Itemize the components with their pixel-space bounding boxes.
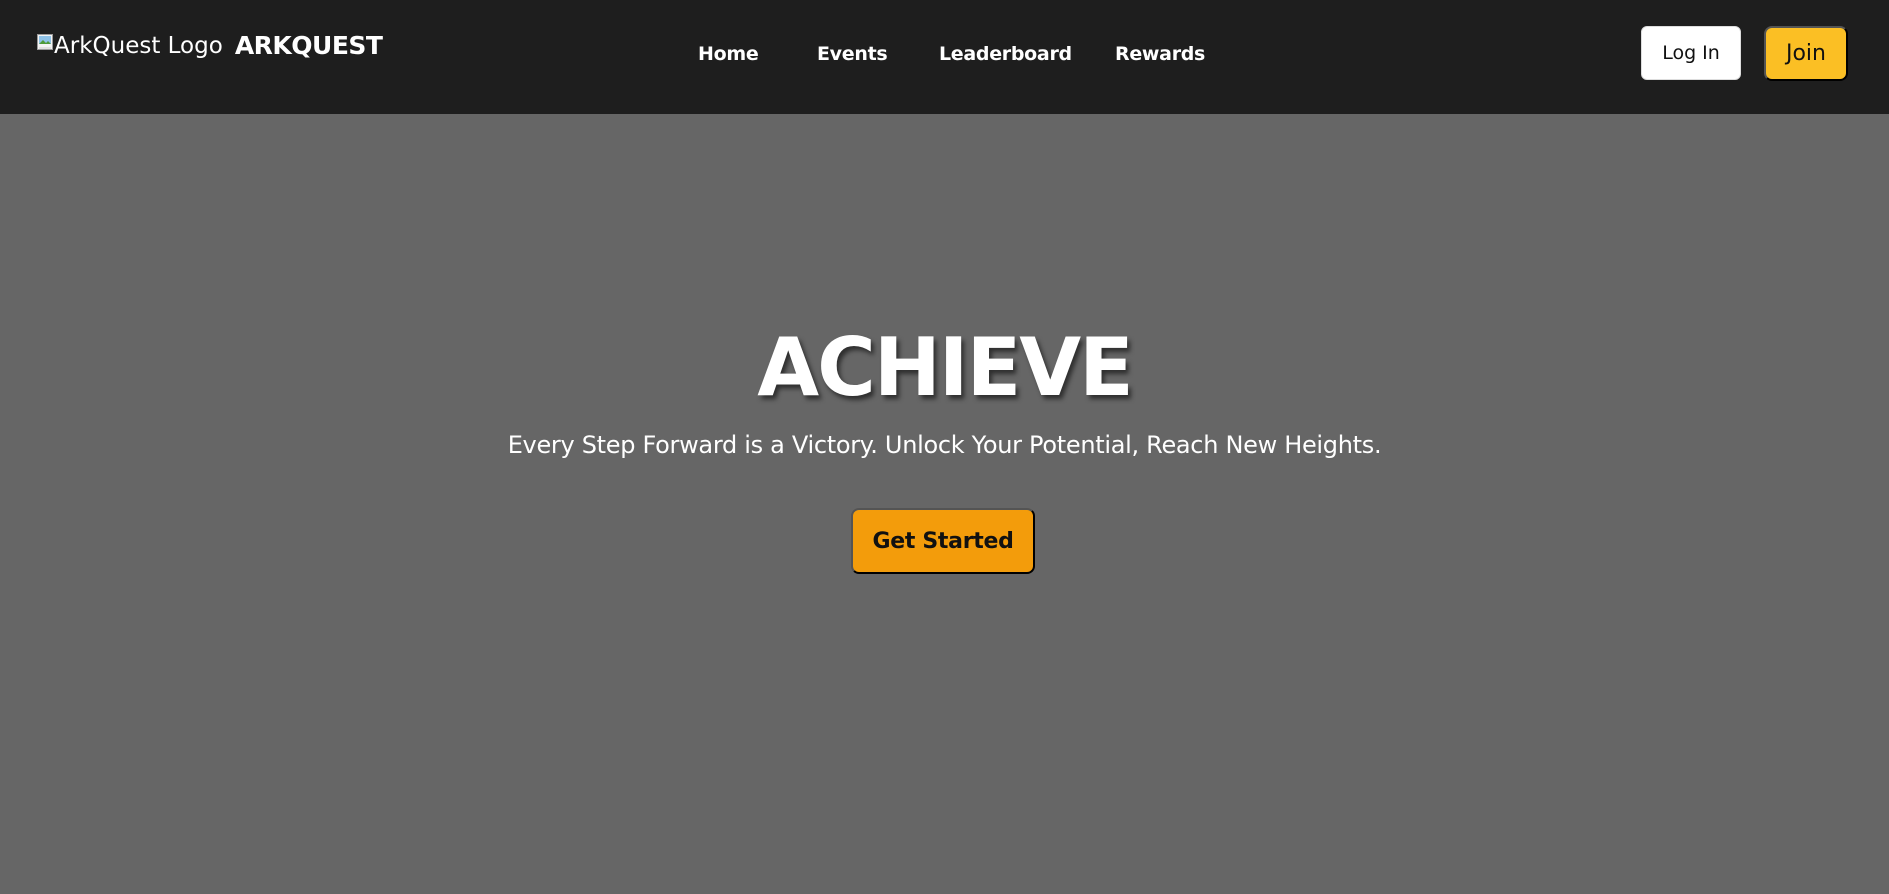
hero-title: ACHIEVE [757,321,1134,414]
main-nav: Home Events Leaderboard Rewards [0,43,1889,67]
login-button[interactable]: Log In [1641,26,1741,80]
join-button[interactable]: Join [1764,26,1848,81]
page: ArkQuest Logo ARKQUEST Home Events Leade… [0,0,1889,894]
nav-link-rewards[interactable]: Rewards [1115,43,1205,65]
get-started-button[interactable]: Get Started [851,508,1035,574]
nav-link-leaderboard[interactable]: Leaderboard [939,43,1072,65]
nav-link-events[interactable]: Events [817,43,888,65]
nav-link-home[interactable]: Home [698,43,759,65]
hero-subtitle: Every Step Forward is a Victory. Unlock … [507,431,1382,459]
navbar: ArkQuest Logo ARKQUEST Home Events Leade… [0,0,1889,114]
